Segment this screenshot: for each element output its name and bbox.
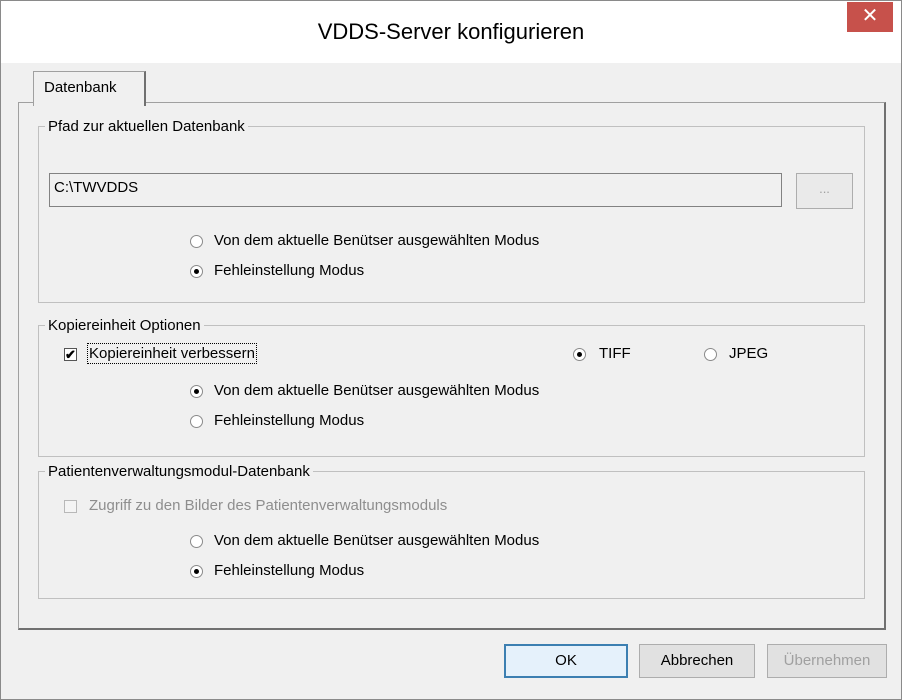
window-title: VDDS-Server konfigurieren — [317, 19, 585, 44]
patient-mode-default-label[interactable]: Fehleinstellung Modus — [214, 562, 364, 579]
ok-button[interactable]: OK — [504, 644, 628, 678]
copy-improve-checkbox[interactable]: ✔ — [64, 348, 77, 361]
db-path-value: C:\TWVDDS — [54, 179, 139, 196]
patient-access-checkbox[interactable] — [64, 500, 77, 513]
title-bar: VDDS-Server konfigurieren ✕ — [1, 1, 901, 63]
db-mode-user-radio[interactable] — [190, 235, 203, 248]
db-path-field[interactable]: C:\TWVDDS — [49, 173, 782, 207]
cancel-button[interactable]: Abbrechen — [639, 644, 755, 678]
copy-options-legend: Kopiereinheit Optionen — [48, 317, 201, 334]
browse-button[interactable]: ... — [796, 173, 853, 209]
copy-mode-default-label[interactable]: Fehleinstellung Modus — [214, 412, 364, 429]
db-path-legend: Pfad zur aktuellen Datenbank — [48, 118, 245, 135]
db-mode-default-label[interactable]: Fehleinstellung Modus — [214, 262, 364, 279]
tab-label: Datenbank — [44, 79, 117, 96]
tab-datenbank[interactable]: Datenbank — [33, 71, 146, 106]
close-icon: ✕ — [861, 5, 879, 27]
copy-mode-user-radio[interactable] — [190, 385, 203, 398]
patient-mode-user-label[interactable]: Von dem aktuelle Benütser ausgewählten M… — [214, 532, 539, 549]
check-mark-icon: ✔ — [65, 347, 76, 362]
db-path-group: Pfad zur aktuellen Datenbank — [38, 118, 865, 303]
copy-mode-user-label[interactable]: Von dem aktuelle Benütser ausgewählten M… — [214, 382, 539, 399]
patient-mode-user-radio[interactable] — [190, 535, 203, 548]
patient-mode-default-radio[interactable] — [190, 565, 203, 578]
format-jpeg-label[interactable]: JPEG — [729, 345, 768, 362]
apply-button[interactable]: Übernehmen — [767, 644, 887, 678]
copy-improve-label[interactable]: Kopiereinheit verbessern — [87, 343, 257, 364]
close-button[interactable]: ✕ — [847, 2, 893, 32]
db-mode-default-radio[interactable] — [190, 265, 203, 278]
format-jpeg-radio[interactable] — [704, 348, 717, 361]
copy-mode-default-radio[interactable] — [190, 415, 203, 428]
patient-db-group: Patientenverwaltungsmodul-Datenbank — [38, 463, 865, 599]
dialog-window: VDDS-Server konfigurieren ✕ Datenbank Pf… — [0, 0, 902, 700]
db-mode-user-label[interactable]: Von dem aktuelle Benütser ausgewählten M… — [214, 232, 539, 249]
patient-access-label: Zugriff zu den Bilder des Patientenverwa… — [89, 497, 448, 514]
patient-db-legend: Patientenverwaltungsmodul-Datenbank — [48, 463, 310, 480]
format-tiff-label[interactable]: TIFF — [599, 345, 631, 362]
format-tiff-radio[interactable] — [573, 348, 586, 361]
